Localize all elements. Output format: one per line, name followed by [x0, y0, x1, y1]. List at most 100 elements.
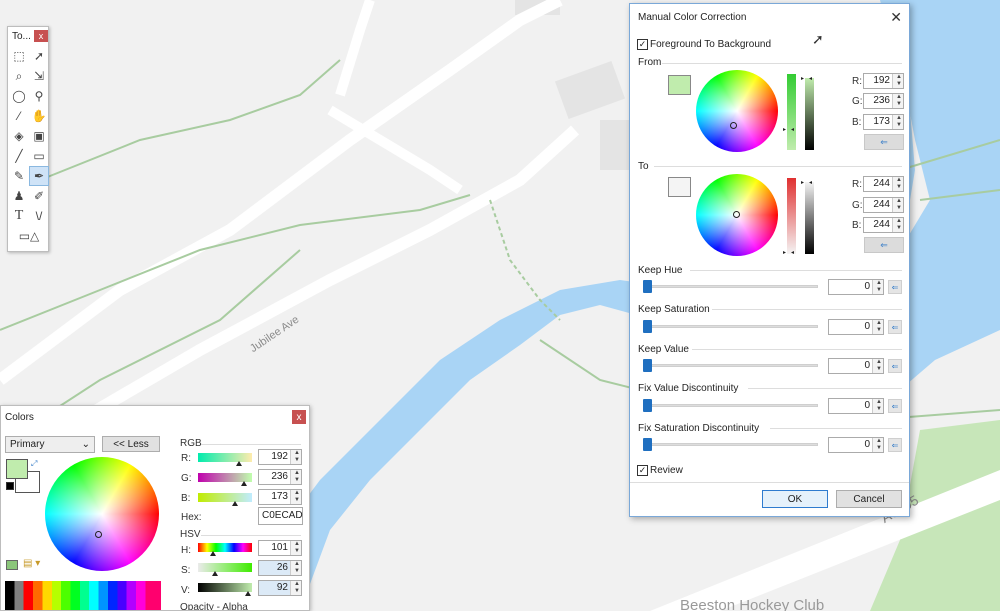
- from-r-value: 192: [873, 75, 890, 86]
- eraser-icon[interactable]: ▭: [29, 146, 49, 166]
- fg-to-bg-checkbox[interactable]: ✓: [637, 39, 648, 50]
- reset-colors-icon[interactable]: [6, 482, 14, 490]
- to-value-bar[interactable]: [805, 182, 814, 254]
- color-wheel-marker[interactable]: [95, 531, 102, 538]
- keep-saturation-input[interactable]: 0 ▲ ▼: [828, 319, 884, 335]
- gradient-icon[interactable]: ▣: [29, 126, 49, 146]
- g-value-input[interactable]: 236 ▲ ▼: [258, 469, 302, 485]
- to-b-input[interactable]: 244 ▲ ▼: [863, 217, 904, 233]
- move-selected-icon[interactable]: ⇲: [29, 66, 49, 86]
- b-value-input[interactable]: 173 ▲ ▼: [258, 489, 302, 505]
- tools-close-button[interactable]: x: [34, 30, 48, 42]
- r-slider-thumb[interactable]: [236, 461, 242, 466]
- swap-colors-icon[interactable]: ⤢: [31, 459, 37, 469]
- shapes-icon[interactable]: ▭△: [9, 226, 49, 246]
- b-gradient-slider[interactable]: [198, 493, 252, 502]
- keep-value-reset-button[interactable]: ⇐: [888, 359, 902, 373]
- review-checkbox[interactable]: ✓: [637, 465, 648, 476]
- review-label: Review: [650, 465, 683, 476]
- pencil-icon[interactable]: ✎: [9, 166, 29, 186]
- v-gradient-slider[interactable]: [198, 583, 252, 592]
- keep-hue-input[interactable]: 0 ▲ ▼: [828, 279, 884, 295]
- from-hue-bar[interactable]: [787, 74, 796, 150]
- keep-saturation-track[interactable]: [644, 325, 818, 328]
- keep-saturation-reset-button[interactable]: ⇐: [888, 320, 902, 334]
- keep-hue-track[interactable]: [644, 285, 818, 288]
- fix-value-discontinuity-track[interactable]: [644, 404, 818, 407]
- clone-stamp-icon[interactable]: ♟: [9, 186, 29, 206]
- from-value-markers[interactable]: ▸ ◂: [801, 75, 812, 82]
- zoom-icon[interactable]: ⚲: [29, 86, 49, 106]
- from-r-input[interactable]: 192 ▲ ▼: [863, 73, 904, 89]
- fix-value-discontinuity-reset-button[interactable]: ⇐: [888, 399, 902, 413]
- tools-titlebar[interactable]: To... x: [8, 27, 48, 45]
- from-g-label: G:: [852, 96, 863, 107]
- paintbrush-icon[interactable]: ╱: [9, 146, 29, 166]
- to-hue-markers[interactable]: ▸ ◂: [783, 249, 794, 256]
- ellipse-select-icon[interactable]: ◯: [9, 86, 29, 106]
- recolor-icon[interactable]: ✐: [29, 186, 49, 206]
- to-r-input[interactable]: 244 ▲ ▼: [863, 176, 904, 192]
- fix-saturation-discontinuity-input[interactable]: 0 ▲ ▼: [828, 437, 884, 453]
- to-b-label: B:: [852, 220, 862, 231]
- h-value-input[interactable]: 101 ▲ ▼: [258, 540, 302, 556]
- colors-close-button[interactable]: x: [292, 410, 306, 424]
- from-pick-button[interactable]: ⇐: [864, 134, 904, 150]
- pan-icon[interactable]: ✋: [29, 106, 49, 126]
- b-slider-thumb[interactable]: [232, 501, 238, 506]
- v-value-input[interactable]: 92 ▲ ▼: [258, 580, 302, 596]
- paint-bucket-icon[interactable]: ◈: [9, 126, 29, 146]
- rectangle-select-icon[interactable]: ⬚: [9, 46, 29, 66]
- from-value-bar[interactable]: [805, 78, 814, 150]
- keep-value-thumb[interactable]: [643, 359, 652, 372]
- to-value-markers[interactable]: ▸ ◂: [801, 179, 812, 186]
- add-palette-icon[interactable]: [6, 560, 18, 570]
- lasso-icon[interactable]: ⌕: [9, 66, 29, 86]
- to-pick-button[interactable]: ⇐: [864, 237, 904, 253]
- ok-button[interactable]: OK: [762, 490, 828, 508]
- color-wheel[interactable]: [45, 457, 159, 571]
- to-wheel-marker[interactable]: [733, 211, 740, 218]
- palette[interactable]: [5, 581, 161, 610]
- palette-menu-icon[interactable]: ▤ ▾: [23, 558, 40, 569]
- from-hue-markers[interactable]: ▸ ◂: [783, 126, 794, 133]
- less-button[interactable]: << Less: [102, 436, 160, 452]
- g-slider-thumb[interactable]: [241, 481, 247, 486]
- primary-color-swatch[interactable]: [6, 459, 28, 479]
- fix-saturation-discontinuity-track[interactable]: [644, 443, 818, 446]
- fix-saturation-discontinuity-reset-button[interactable]: ⇐: [888, 438, 902, 452]
- keep-value-track[interactable]: [644, 364, 818, 367]
- from-g-input[interactable]: 236 ▲ ▼: [863, 93, 904, 109]
- from-r-label: R:: [852, 76, 862, 87]
- r-gradient-slider[interactable]: [198, 453, 252, 462]
- color-picker-icon[interactable]: ✒: [29, 166, 49, 186]
- magic-wand-icon[interactable]: ⁄: [9, 106, 29, 126]
- to-hue-bar[interactable]: [787, 178, 796, 254]
- from-wheel-marker[interactable]: [730, 122, 737, 129]
- keep-hue-thumb[interactable]: [643, 280, 652, 293]
- s-gradient-slider[interactable]: [198, 563, 252, 572]
- keep-value-input[interactable]: 0 ▲ ▼: [828, 358, 884, 374]
- keep-hue-value: 0: [864, 281, 870, 292]
- from-b-input[interactable]: 173 ▲ ▼: [863, 114, 904, 130]
- h-gradient-slider[interactable]: [198, 543, 252, 552]
- line-curve-icon[interactable]: \/: [29, 206, 49, 226]
- close-icon[interactable]: ✕: [890, 9, 902, 26]
- s-slider-thumb[interactable]: [212, 571, 218, 576]
- cancel-button[interactable]: Cancel: [836, 490, 902, 508]
- move-selection-icon[interactable]: ➚: [29, 46, 49, 66]
- hex-input[interactable]: C0ECAD: [258, 507, 303, 525]
- keep-hue-reset-button[interactable]: ⇐: [888, 280, 902, 294]
- r-value-input[interactable]: 192 ▲ ▼: [258, 449, 302, 465]
- to-g-input[interactable]: 244 ▲ ▼: [863, 197, 904, 213]
- s-value-input[interactable]: 26 ▲ ▼: [258, 560, 302, 576]
- keep-saturation-thumb[interactable]: [643, 320, 652, 333]
- color-mode-dropdown[interactable]: Primary ⌄: [5, 436, 95, 453]
- text-icon[interactable]: T: [9, 206, 29, 226]
- from-color-wheel[interactable]: [696, 70, 778, 152]
- v-slider-thumb[interactable]: [245, 591, 251, 596]
- fix-saturation-discontinuity-thumb[interactable]: [643, 438, 652, 451]
- fix-value-discontinuity-input[interactable]: 0 ▲ ▼: [828, 398, 884, 414]
- fix-value-discontinuity-thumb[interactable]: [643, 399, 652, 412]
- h-slider-thumb[interactable]: [210, 551, 216, 556]
